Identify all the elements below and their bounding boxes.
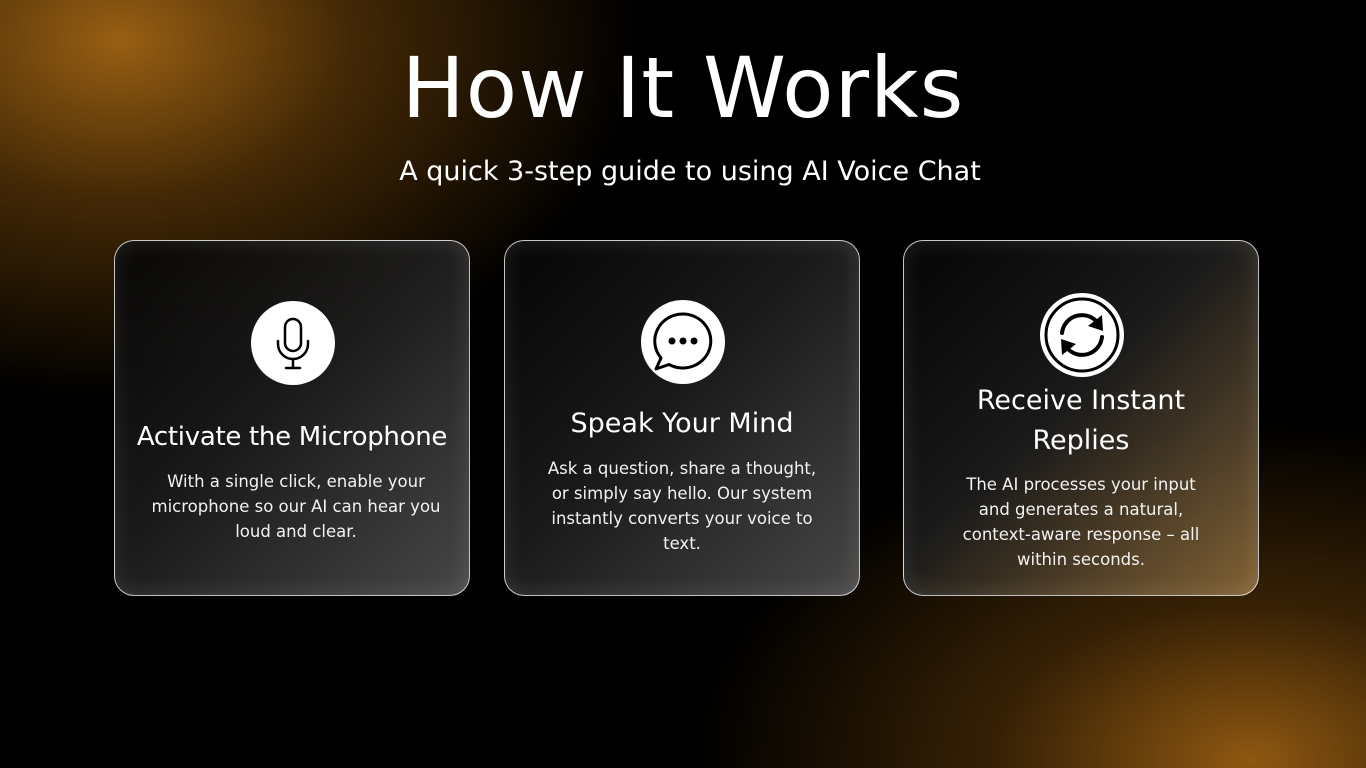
refresh-icon <box>1040 293 1124 377</box>
chat-bubble-icon <box>641 300 725 384</box>
step-description: The AI processes your input and generate… <box>962 475 1200 569</box>
microphone-icon <box>251 301 335 385</box>
step-card-activate-microphone: Activate the Microphone With a single cl… <box>114 240 470 596</box>
step-description: With a single click, enable your microph… <box>151 472 441 541</box>
step-title: Speak Your Mind <box>570 408 794 439</box>
step-description: Ask a question, share a thought, or simp… <box>547 459 817 553</box>
page-subtitle: A quick 3-step guide to using AI Voice C… <box>399 156 981 187</box>
step-card-speak-your-mind: Speak Your Mind Ask a question, share a … <box>504 240 860 596</box>
page-title: How It Works <box>401 39 965 137</box>
step-title: Receive Instant Replies <box>976 385 1186 456</box>
step-card-receive-instant-replies: Receive Instant Replies The AI processes… <box>903 240 1259 596</box>
how-it-works-slide: How It Works A quick 3-step guide to usi… <box>0 0 1366 768</box>
step-title: Activate the Microphone <box>136 422 448 452</box>
